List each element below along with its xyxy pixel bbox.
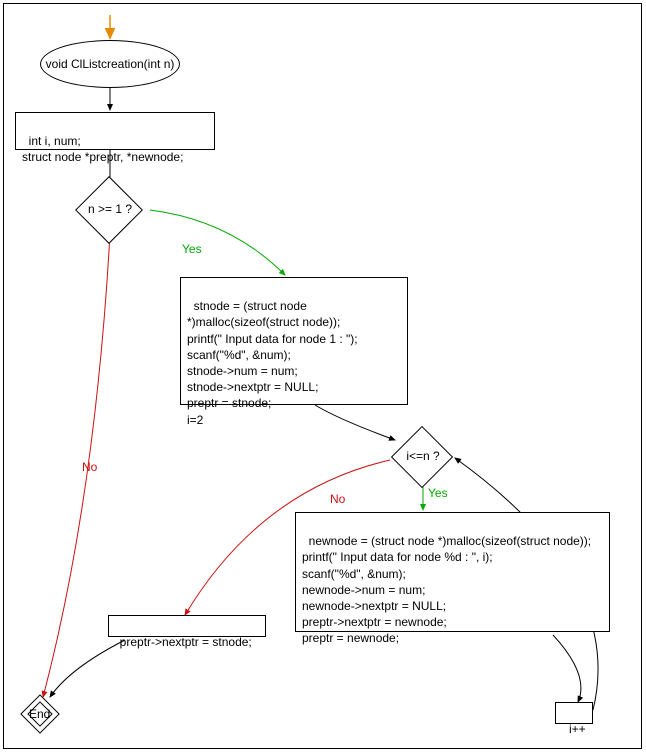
start-terminator: void ClListcreation(int n)	[40, 40, 180, 88]
declarations-text: int i, num; struct node *preptr, *newnod…	[22, 134, 183, 164]
assign-process: preptr->nextptr = stnode;	[108, 615, 266, 637]
increment-process: i++	[555, 702, 593, 724]
block1-process: stnode = (struct node *)malloc(sizeof(st…	[180, 277, 408, 405]
increment-text: i++	[569, 722, 586, 736]
end-terminator-inner	[27, 701, 53, 727]
declarations-process: int i, num; struct node *preptr, *newnod…	[15, 112, 215, 150]
start-label: void ClListcreation(int n)	[46, 57, 175, 71]
block2-process: newnode = (struct node *)malloc(sizeof(s…	[295, 512, 610, 632]
assign-text: preptr->nextptr = stnode;	[120, 635, 252, 649]
block2-text: newnode = (struct node *)malloc(sizeof(s…	[302, 534, 591, 645]
